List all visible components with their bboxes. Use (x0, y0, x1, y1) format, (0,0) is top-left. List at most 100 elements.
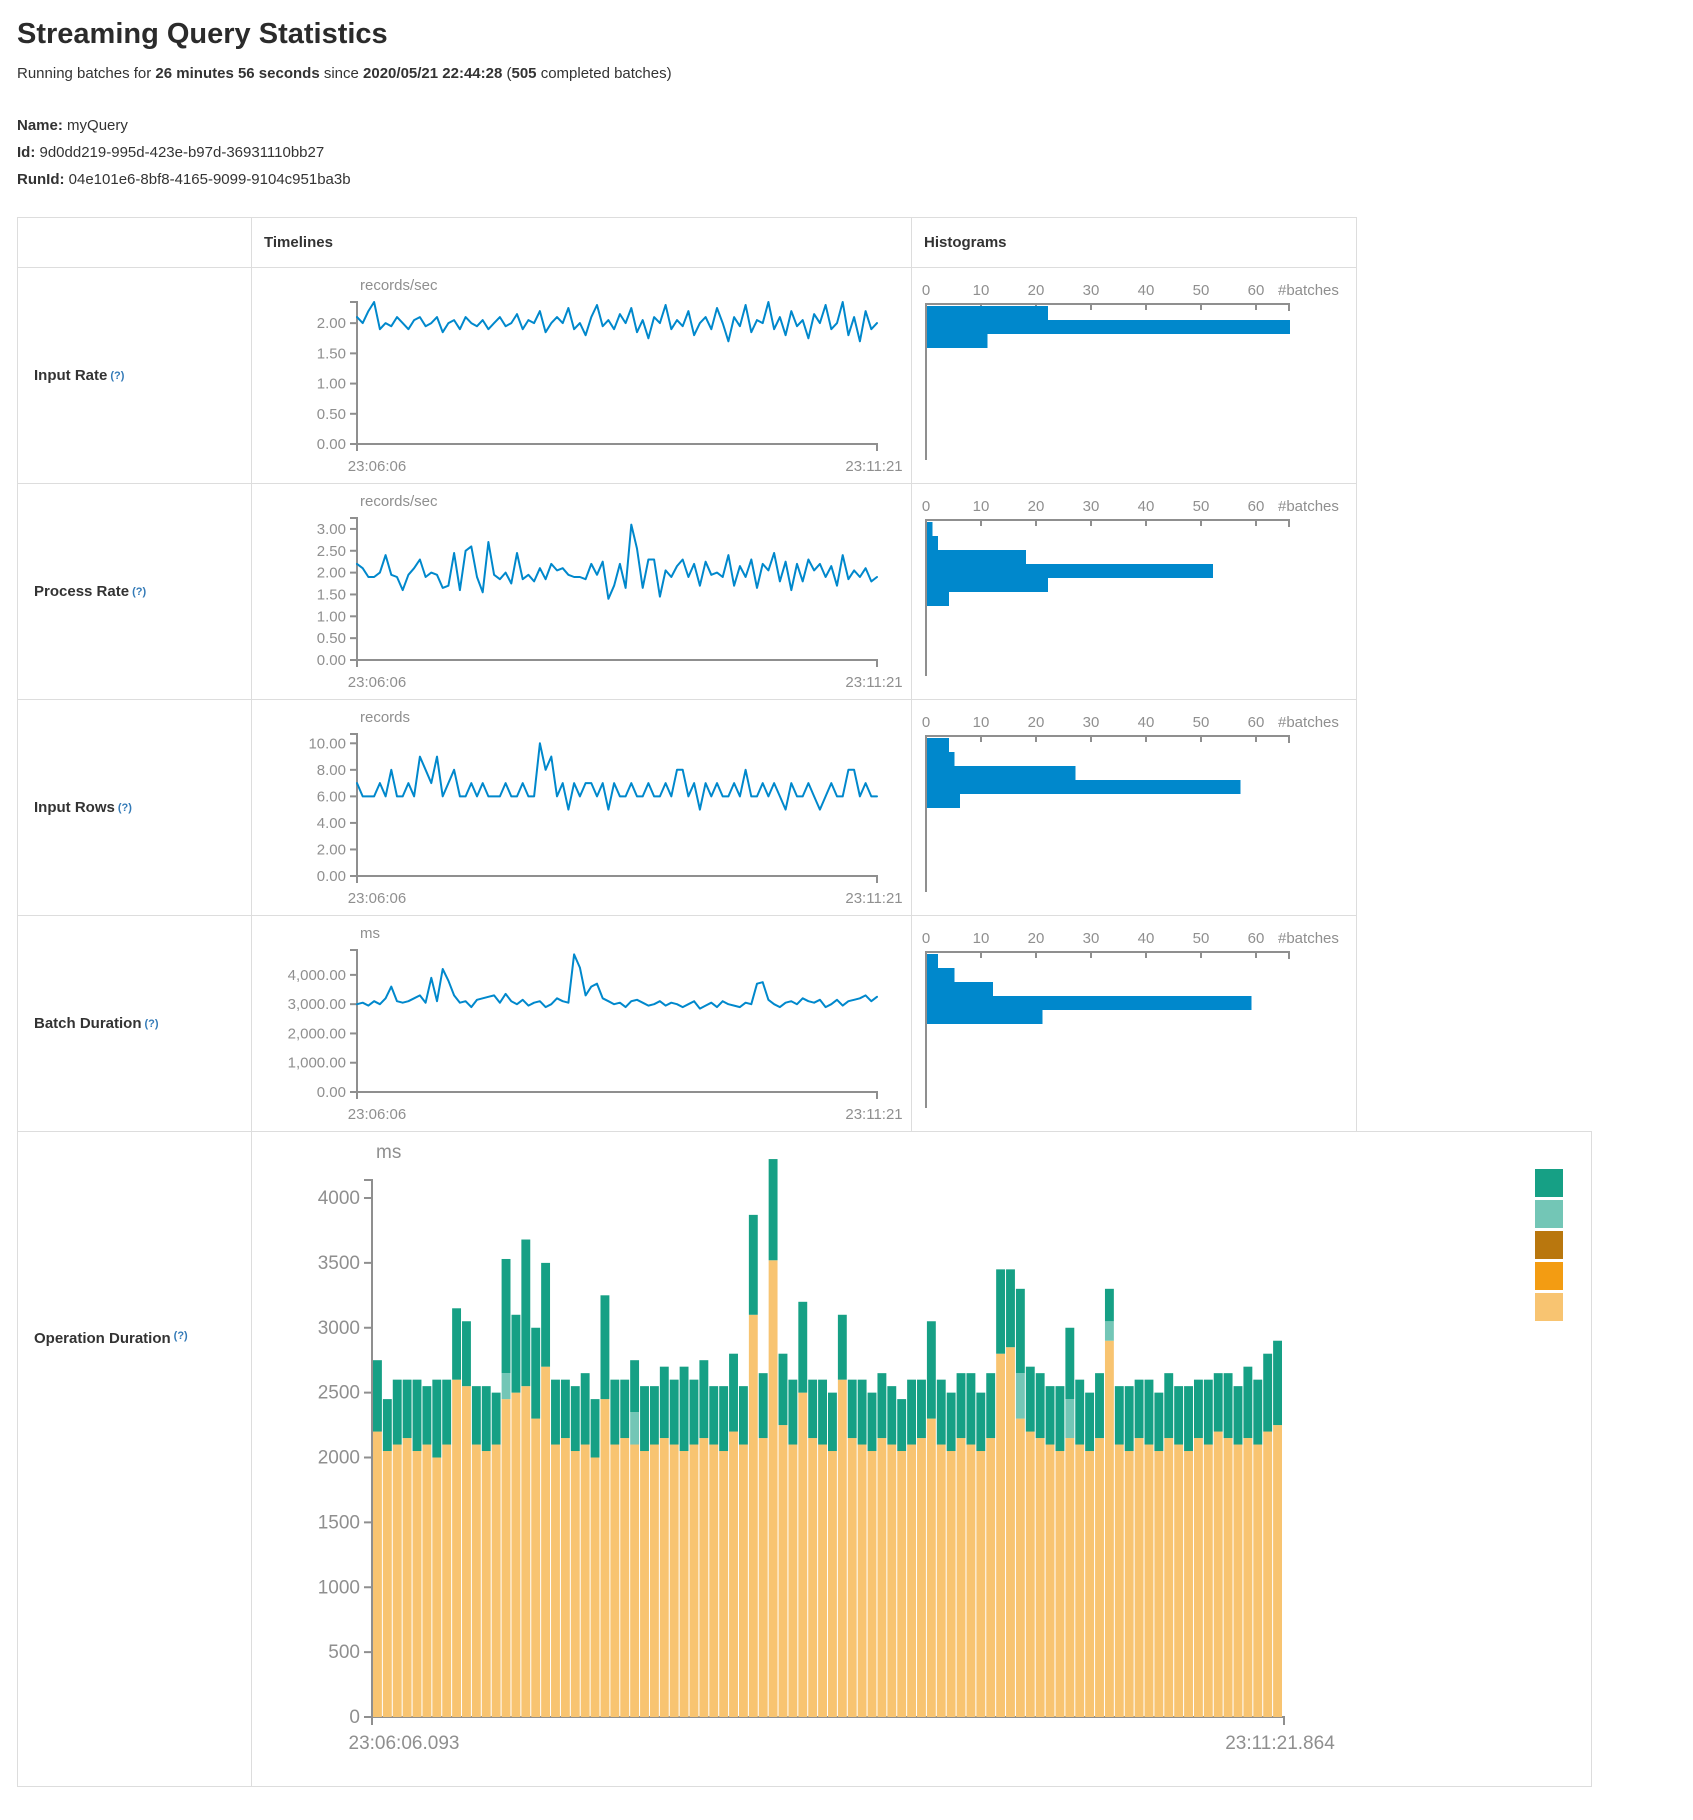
svg-text:records/sec: records/sec (360, 493, 438, 510)
svg-text:1,000.00: 1,000.00 (288, 1055, 346, 1072)
svg-text:30: 30 (1083, 498, 1100, 515)
query-name-value: myQuery (67, 117, 128, 134)
operation-duration-stacked-chart: ms4000350030002500200015001000500023:06:… (252, 1132, 1587, 1777)
help-tooltip-icon[interactable]: (?) (145, 1018, 159, 1030)
svg-text:2.00: 2.00 (317, 841, 346, 858)
svg-text:23:06:06: 23:06:06 (348, 674, 406, 691)
query-name-label: Name: (17, 117, 63, 134)
svg-text:2,000.00: 2,000.00 (288, 1025, 346, 1042)
help-tooltip-icon[interactable]: (?) (174, 1330, 188, 1342)
svg-text:30: 30 (1083, 714, 1100, 731)
summary-duration: 26 minutes 56 seconds (155, 65, 319, 82)
svg-text:10: 10 (973, 930, 990, 947)
svg-text:20: 20 (1028, 282, 1045, 299)
svg-text:50: 50 (1193, 714, 1210, 731)
svg-text:10: 10 (973, 714, 990, 731)
summary-text: Running batches for (17, 65, 155, 82)
svg-text:0.00: 0.00 (317, 436, 346, 453)
process-rate-timeline-chart: records/sec3.002.502.001.501.000.500.002… (252, 490, 910, 703)
query-runid-value: 04e101e6-8bf8-4165-9099-9104c951ba3b (69, 171, 351, 188)
svg-text:10: 10 (973, 498, 990, 515)
table-row-operation-duration: Operation Duration(?) ms4000350030002500… (17, 1131, 1592, 1787)
running-batches-summary: Running batches for 26 minutes 56 second… (17, 65, 1693, 82)
help-tooltip-icon[interactable]: (?) (132, 586, 146, 598)
svg-text:0.50: 0.50 (317, 406, 346, 423)
svg-text:60: 60 (1248, 498, 1265, 515)
streaming-query-statistics-page: Streaming Query Statistics Running batch… (0, 0, 1693, 1820)
svg-text:23:06:06: 23:06:06 (348, 458, 406, 475)
svg-text:23:11:21.864: 23:11:21.864 (1225, 1733, 1335, 1754)
svg-text:8.00: 8.00 (317, 762, 346, 779)
svg-text:0.00: 0.00 (317, 652, 346, 669)
query-runid-line: RunId: 04e101e6-8bf8-4165-9099-9104c951b… (17, 166, 1693, 193)
summary-text: completed batches) (537, 65, 672, 82)
table-row-batch-duration: Batch Duration(?) ms4,000.003,000.002,00… (18, 916, 1356, 1132)
svg-text:0: 0 (922, 282, 930, 299)
svg-text:1.50: 1.50 (317, 345, 346, 362)
svg-text:#batches: #batches (1278, 930, 1339, 947)
help-tooltip-icon[interactable]: (?) (110, 370, 124, 382)
table-row-input-rows: Input Rows(?) records10.008.006.004.002.… (18, 700, 1356, 916)
svg-text:2.00: 2.00 (317, 565, 346, 582)
svg-text:23:11:21: 23:11:21 (845, 674, 902, 691)
svg-text:6.00: 6.00 (317, 788, 346, 805)
legend-color-swatch (1535, 1200, 1563, 1228)
svg-text:#batches: #batches (1278, 282, 1339, 299)
input-rate-timeline-chart: records/sec2.001.501.000.500.0023:06:062… (252, 274, 910, 487)
svg-text:3500: 3500 (318, 1253, 360, 1274)
svg-text:23:06:06: 23:06:06 (348, 1106, 406, 1123)
svg-text:20: 20 (1028, 498, 1045, 515)
row-label-process-rate: Process Rate (34, 583, 129, 600)
legend-color-swatch (1535, 1262, 1563, 1290)
svg-text:0: 0 (922, 930, 930, 947)
svg-text:40: 40 (1138, 930, 1155, 947)
batch-duration-histogram-chart: 0102030405060#batches (912, 922, 1357, 1135)
svg-text:0: 0 (922, 498, 930, 515)
table-row-input-rate: Input Rate(?) records/sec2.001.501.000.5… (18, 268, 1356, 484)
svg-text:23:11:21: 23:11:21 (845, 890, 902, 907)
svg-text:4.00: 4.00 (317, 815, 346, 832)
svg-text:30: 30 (1083, 282, 1100, 299)
table-header-row: Timelines Histograms (18, 218, 1356, 268)
svg-text:60: 60 (1248, 282, 1265, 299)
svg-text:3,000.00: 3,000.00 (288, 996, 346, 1013)
timelines-header: Timelines (251, 218, 911, 267)
row-label-input-rows: Input Rows (34, 799, 115, 816)
svg-text:2000: 2000 (318, 1448, 360, 1469)
svg-text:ms: ms (360, 925, 380, 942)
row-label-batch-duration: Batch Duration (34, 1015, 142, 1032)
svg-text:23:06:06: 23:06:06 (348, 890, 406, 907)
row-label-operation-duration: Operation Duration (34, 1330, 171, 1347)
row-label-input-rate: Input Rate (34, 367, 107, 384)
svg-text:0: 0 (922, 714, 930, 731)
svg-text:0.00: 0.00 (317, 1084, 346, 1101)
summary-start-time: 2020/05/21 22:44:28 (363, 65, 502, 82)
query-info: Name: myQuery Id: 9d0dd219-995d-423e-b97… (17, 112, 1693, 193)
help-tooltip-icon[interactable]: (?) (118, 802, 132, 814)
query-id-label: Id: (17, 144, 35, 161)
svg-text:0: 0 (349, 1707, 360, 1728)
query-id-value: 9d0dd219-995d-423e-b97d-36931110bb27 (40, 144, 325, 161)
svg-text:1000: 1000 (318, 1577, 360, 1598)
svg-text:23:11:21: 23:11:21 (845, 1106, 902, 1123)
svg-text:60: 60 (1248, 714, 1265, 731)
svg-text:#batches: #batches (1278, 498, 1339, 515)
svg-text:0.00: 0.00 (317, 868, 346, 885)
svg-text:1.00: 1.00 (317, 376, 346, 393)
operation-duration-cell: ms4000350030002500200015001000500023:06:… (251, 1132, 1591, 1786)
svg-text:4000: 4000 (318, 1188, 360, 1209)
query-runid-label: RunId: (17, 171, 64, 188)
svg-text:ms: ms (376, 1142, 401, 1163)
batch-duration-timeline-chart: ms4,000.003,000.002,000.001,000.000.0023… (252, 922, 910, 1135)
query-name-line: Name: myQuery (17, 112, 1693, 139)
legend-color-swatch (1535, 1169, 1563, 1197)
svg-text:60: 60 (1248, 930, 1265, 947)
svg-text:1.50: 1.50 (317, 586, 346, 603)
summary-text: ( (502, 65, 511, 82)
svg-text:50: 50 (1193, 282, 1210, 299)
svg-text:#batches: #batches (1278, 714, 1339, 731)
svg-text:40: 40 (1138, 282, 1155, 299)
page-title: Streaming Query Statistics (17, 18, 1693, 51)
operation-duration-legend (1535, 1169, 1563, 1324)
svg-text:10.00: 10.00 (308, 735, 346, 752)
